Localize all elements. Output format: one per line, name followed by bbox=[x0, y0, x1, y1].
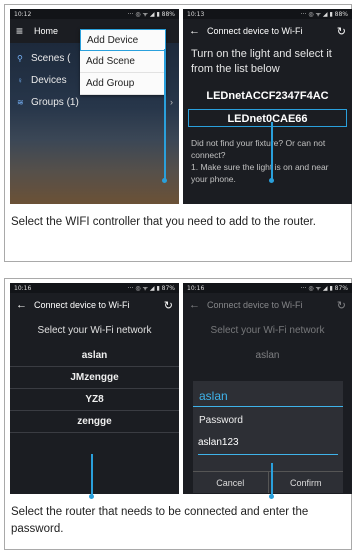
refresh-icon[interactable]: ↻ bbox=[164, 299, 173, 312]
status-bar: 10:12 ··· ◎ ᯤ ◢ ▮ 88% bbox=[10, 9, 179, 19]
status-bar: 10:16 ··· ◎ ᯤ ◢ ▮ 87% bbox=[183, 283, 352, 293]
connect-device-body: Turn on the light and select it from the… bbox=[183, 43, 352, 189]
callout-dot bbox=[269, 178, 274, 183]
lightbulb-icon: ♀ bbox=[17, 75, 23, 85]
page-title: Connect device to Wi-Fi bbox=[34, 300, 130, 310]
step-panel-2: 10:16 ··· ◎ ᯤ ◢ ▮ 87% ← Connect device t… bbox=[4, 278, 352, 550]
cancel-button[interactable]: Cancel bbox=[193, 472, 268, 493]
home-screen: 10:12 ··· ◎ ᯤ ◢ ▮ 88% ≡ Home ⚲ Scenes ( … bbox=[10, 9, 179, 204]
wifi-network-item[interactable]: JMzengge bbox=[10, 367, 179, 389]
callout-line bbox=[271, 122, 273, 182]
list-item-label: Devices bbox=[31, 74, 67, 86]
callout-dot bbox=[162, 178, 167, 183]
menu-item-add-scene[interactable]: Add Scene bbox=[80, 51, 166, 73]
chevron-right-icon: › bbox=[170, 97, 173, 107]
status-time: 10:13 bbox=[187, 10, 205, 18]
wifi-network-item: aslan bbox=[255, 350, 280, 361]
page-title: Connect device to Wi-Fi bbox=[207, 26, 303, 36]
device-list-item-selected[interactable]: LEDnet0CAE66 bbox=[188, 109, 347, 127]
status-icons: ··· ◎ ᯤ ◢ ▮ 87% bbox=[300, 285, 348, 292]
wifi-network-item[interactable]: zengge bbox=[10, 411, 179, 433]
status-bar: 10:13 ··· ◎ ᯤ ◢ ▮ 88% bbox=[183, 9, 352, 19]
page-title: Home bbox=[34, 26, 59, 36]
status-icons: ··· ◎ ᯤ ◢ ▮ 88% bbox=[127, 11, 175, 18]
callout-dot bbox=[89, 494, 94, 499]
step-caption-2: Select the router that needs to be conne… bbox=[11, 506, 309, 535]
wifi-list-heading: Select your Wi-Fi network bbox=[37, 325, 152, 336]
callout-line bbox=[91, 454, 93, 497]
wifi-network-item[interactable]: aslan bbox=[10, 345, 179, 367]
wifi-icon: ≋ bbox=[17, 97, 24, 107]
back-arrow-icon[interactable]: ← bbox=[16, 299, 30, 311]
list-item-label: Groups (1) bbox=[31, 96, 79, 108]
back-arrow-icon[interactable]: ← bbox=[189, 25, 203, 37]
app-bar: ← Connect device to Wi-Fi ↻ bbox=[10, 293, 179, 317]
menu-item-add-device[interactable]: Add Device bbox=[80, 29, 166, 51]
status-time: 10:16 bbox=[14, 284, 32, 292]
status-time: 10:12 bbox=[14, 10, 32, 18]
help-text: Did not find your fixture? Or can not co… bbox=[191, 138, 329, 184]
hamburger-menu-icon[interactable]: ≡ bbox=[16, 24, 34, 38]
callout-dot bbox=[269, 494, 274, 499]
status-icons: ··· ◎ ᯤ ◢ ▮ 88% bbox=[300, 11, 348, 18]
select-wifi-screen: 10:16 ··· ◎ ᯤ ◢ ▮ 87% ← Connect device t… bbox=[10, 283, 179, 494]
password-input[interactable]: aslan123 bbox=[198, 433, 338, 455]
add-menu-dropdown: Add Device Add Scene Add Group bbox=[80, 29, 166, 95]
wifi-network-item[interactable]: YZ8 bbox=[10, 389, 179, 411]
page-title: Connect device to Wi-Fi bbox=[207, 300, 303, 310]
status-icons: ··· ◎ ᯤ ◢ ▮ 87% bbox=[127, 285, 175, 292]
lightbulb-icon: ⚲ bbox=[17, 53, 23, 63]
dialog-buttons: Cancel Confirm bbox=[193, 471, 343, 493]
app-bar: ← Connect device to Wi-Fi ↻ bbox=[183, 293, 352, 317]
callout-line bbox=[271, 463, 273, 497]
device-list-item[interactable]: LEDnetACCF2347F4AC bbox=[191, 87, 344, 105]
refresh-icon[interactable]: ↻ bbox=[337, 299, 346, 312]
wifi-password-dialog: aslan Password aslan123 Cancel Confirm bbox=[193, 381, 343, 493]
confirm-button[interactable]: Confirm bbox=[267, 472, 344, 493]
app-bar: ← Connect device to Wi-Fi ↻ bbox=[183, 19, 352, 43]
step-panel-1: 10:12 ··· ◎ ᯤ ◢ ▮ 88% ≡ Home ⚲ Scenes ( … bbox=[4, 4, 352, 262]
list-item-label: Scenes ( bbox=[31, 52, 71, 64]
step-caption-1: Select the WIFI controller that you need… bbox=[11, 216, 316, 228]
callout-line bbox=[164, 49, 166, 181]
instructions-text: Turn on the light and select it from the… bbox=[191, 48, 332, 75]
password-label: Password bbox=[199, 415, 243, 426]
status-time: 10:16 bbox=[187, 284, 205, 292]
refresh-icon[interactable]: ↻ bbox=[337, 25, 346, 38]
wifi-list-heading: Select your Wi-Fi network bbox=[210, 325, 325, 336]
connect-device-screen: 10:13 ··· ◎ ᯤ ◢ ▮ 88% ← Connect device t… bbox=[183, 9, 352, 204]
menu-item-add-group[interactable]: Add Group bbox=[80, 73, 166, 95]
dialog-network-name: aslan bbox=[193, 381, 343, 407]
back-arrow-icon[interactable]: ← bbox=[189, 299, 203, 311]
status-bar: 10:16 ··· ◎ ᯤ ◢ ▮ 87% bbox=[10, 283, 179, 293]
wifi-password-screen: 10:16 ··· ◎ ᯤ ◢ ▮ 87% ← Connect device t… bbox=[183, 283, 352, 494]
